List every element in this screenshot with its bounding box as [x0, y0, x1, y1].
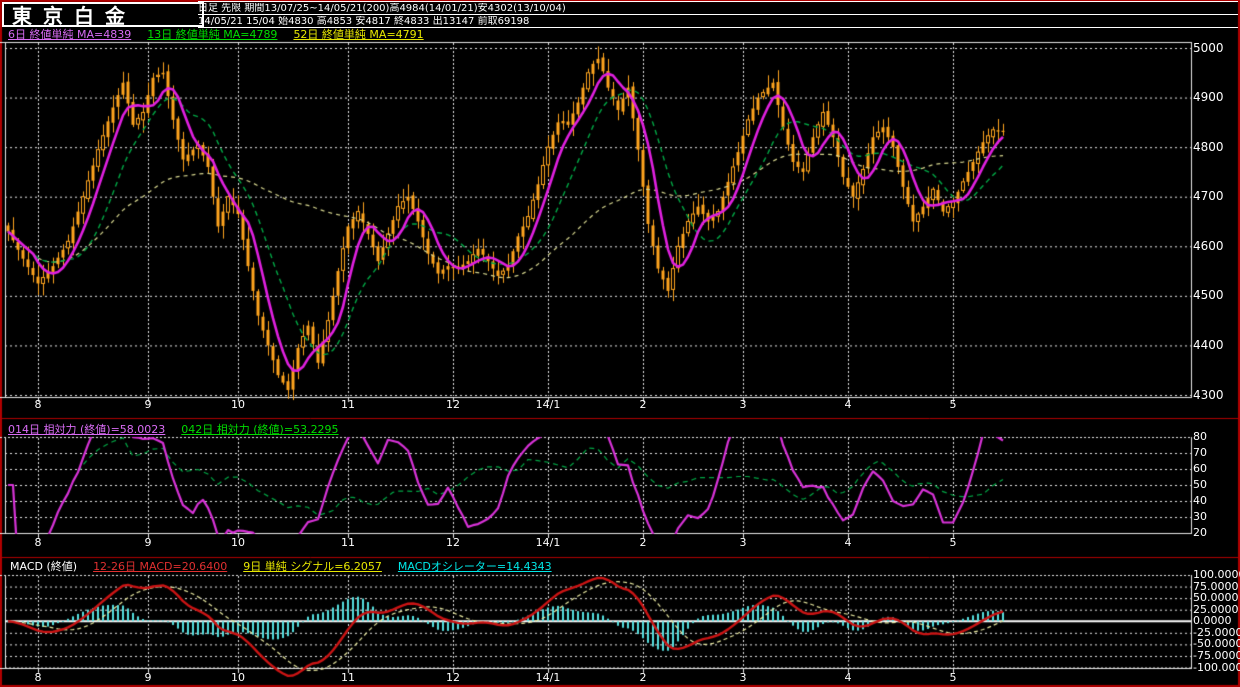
macd-oscillator-label: MACDオシレーター=14.4343	[397, 560, 552, 573]
x-axis-label-month: 5	[949, 536, 957, 549]
x-axis-label-month: 4	[844, 671, 852, 684]
macd-value-label: 12-26日 MACD=20.6400	[93, 560, 228, 573]
ma-legend: 6日 終値単純 MA=4839 13日 終値単純 MA=4789 52日 終値単…	[8, 29, 440, 41]
y-axis-label-rsi: 50	[1193, 478, 1207, 491]
x-axis-label-month: 10	[231, 536, 245, 549]
rsi14-legend-label: 014日 相対力 (終値)=58.0023	[8, 423, 166, 436]
rsi42-legend-label: 042日 相対力 (終値)=53.2295	[181, 423, 339, 436]
ma13-legend-label: 13日 終値単純 MA=4789	[147, 28, 278, 41]
y-axis-label-rsi: 30	[1193, 510, 1207, 523]
x-axis-label-month: 4	[844, 398, 852, 411]
x-axis-label-month: 3	[739, 398, 747, 411]
x-axis-label-month: 14/1	[535, 536, 561, 549]
x-axis-label-month: 5	[949, 671, 957, 684]
x-axis-label-month: 11	[341, 536, 355, 549]
x-axis-label-month: 8	[34, 536, 42, 549]
chart-app-window: 東京白金 日足 先限 期間13/07/25~14/05/21(200)高4984…	[0, 0, 1240, 687]
chart-info-line1: 日足 先限 期間13/07/25~14/05/21(200)高4984(14/0…	[198, 3, 566, 14]
x-axis-label-month: 3	[739, 671, 747, 684]
x-axis-label-month: 10	[231, 671, 245, 684]
price-chart-canvas[interactable]	[0, 0, 1240, 687]
x-axis-label-month: 14/1	[535, 398, 561, 411]
y-axis-label-rsi: 60	[1193, 462, 1207, 475]
x-axis-label-month: 12	[446, 536, 460, 549]
header-divider-top	[198, 1, 1238, 2]
x-axis-label-month: 11	[341, 671, 355, 684]
x-axis-label-month: 5	[949, 398, 957, 411]
y-axis-label-price: 4400	[1193, 337, 1224, 352]
y-axis-label-price: 4700	[1193, 189, 1224, 204]
x-axis-label-month: 2	[639, 398, 647, 411]
y-axis-label-price: 5000	[1193, 40, 1224, 55]
y-axis-label-rsi: 20	[1193, 526, 1207, 539]
x-axis-label-month: 2	[639, 536, 647, 549]
y-axis-label-price: 4800	[1193, 139, 1224, 154]
header-divider-mid	[198, 14, 1238, 15]
y-axis-label-rsi: 80	[1193, 430, 1207, 443]
macd-signal-label: 9日 単純 シグナル=6.2057	[243, 560, 382, 573]
y-axis-label-price: 4500	[1193, 288, 1224, 303]
x-axis-label-month: 9	[144, 671, 152, 684]
macd-title-label: MACD (終値)	[10, 560, 78, 573]
x-axis-label-month: 8	[34, 671, 42, 684]
x-axis-label-month: 8	[34, 398, 42, 411]
x-axis-label-month: 12	[446, 398, 460, 411]
x-axis-label-month: 10	[231, 398, 245, 411]
x-axis-label-month: 9	[144, 536, 152, 549]
ma52-legend-label: 52日 終値単純 MA=4791	[293, 28, 424, 41]
x-axis-label-month: 14/1	[535, 671, 561, 684]
x-axis-label-month: 2	[639, 671, 647, 684]
y-axis-label-macd: -100.000	[1193, 660, 1240, 674]
ma6-legend-label: 6日 終値単純 MA=4839	[8, 28, 132, 41]
y-axis-label-price: 4300	[1193, 387, 1224, 402]
instrument-title-box: 東京白金	[2, 2, 204, 28]
chart-info-line2: 14/05/21 15/04 始4830 高4853 安4817 終4833 出…	[198, 16, 530, 27]
y-axis-label-price: 4600	[1193, 238, 1224, 253]
x-axis-label-month: 12	[446, 671, 460, 684]
y-axis-label-price: 4900	[1193, 90, 1224, 105]
y-axis-label-rsi: 40	[1193, 494, 1207, 507]
instrument-title: 東京白金	[12, 4, 136, 28]
y-axis-label-rsi: 70	[1193, 446, 1207, 459]
x-axis-label-month: 3	[739, 536, 747, 549]
x-axis-label-month: 4	[844, 536, 852, 549]
rsi-legend: 014日 相対力 (終値)=58.0023 042日 相対力 (終値)=53.2…	[8, 424, 355, 436]
macd-legend: MACD (終値) 12-26日 MACD=20.6400 9日 単純 シグナル…	[10, 561, 568, 573]
x-axis-label-month: 9	[144, 398, 152, 411]
x-axis-label-month: 11	[341, 398, 355, 411]
